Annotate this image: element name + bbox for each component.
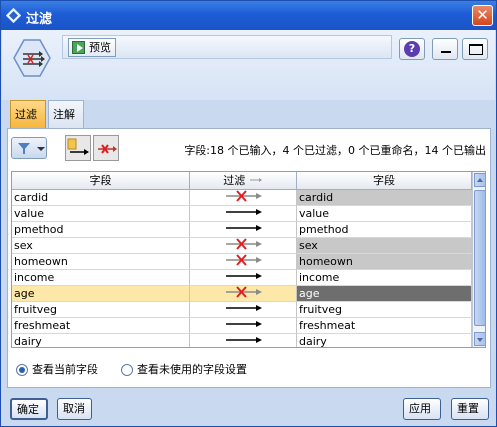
table-row[interactable]: pmethod pmethod	[12, 222, 472, 238]
preview-label: 预览	[89, 41, 111, 54]
maximize-icon	[469, 44, 483, 55]
column-header-filter[interactable]: 过滤	[190, 172, 297, 190]
fields-table: 字段 过滤 字段 cardid cardid value value pmethod pm…	[11, 171, 486, 348]
play-icon	[72, 41, 85, 54]
column-header-input-field[interactable]: 字段	[12, 172, 190, 190]
output-field-name[interactable]: value	[297, 206, 472, 222]
filter-toggle-pass[interactable]	[190, 206, 297, 222]
column-header-output-field[interactable]: 字段	[297, 172, 472, 190]
table-row[interactable]: homeown homeown	[12, 254, 472, 270]
output-field-name[interactable]: income	[297, 270, 472, 286]
input-field-name: fruitveg	[12, 302, 190, 318]
filter-toggle-pass[interactable]	[190, 270, 297, 286]
arrow-down-icon	[477, 338, 483, 342]
input-field-name: homeown	[12, 254, 190, 270]
input-field-name: cardid	[12, 190, 190, 206]
help-icon: ?	[404, 41, 420, 57]
pass-arrow-icon	[224, 208, 264, 221]
pass-arrow-icon	[224, 336, 264, 347]
minimize-icon	[441, 51, 451, 53]
input-field-name: freshmeat	[12, 318, 190, 334]
dialog-header: 预览 ?	[2, 30, 495, 100]
filter-toggle-pass[interactable]	[190, 222, 297, 238]
table-row[interactable]: cardid cardid	[12, 190, 472, 206]
filtered-arrow-icon	[224, 238, 264, 253]
title-bar[interactable]: 过滤 ✕	[1, 1, 496, 30]
reset-button[interactable]: 重置	[451, 398, 489, 420]
input-field-name: sex	[12, 238, 190, 254]
output-field-name[interactable]: age	[297, 286, 472, 302]
tab-annotation[interactable]: 注解	[48, 100, 84, 128]
output-field-name[interactable]: homeown	[297, 254, 472, 270]
vertical-scrollbar[interactable]	[472, 172, 485, 347]
output-field-name[interactable]: pmethod	[297, 222, 472, 238]
table-row[interactable]: sex sex	[12, 238, 472, 254]
preview-button[interactable]: 预览	[68, 38, 116, 57]
input-field-name: value	[12, 206, 190, 222]
output-field-name[interactable]: cardid	[297, 190, 472, 206]
output-field-name[interactable]: fruitveg	[297, 302, 472, 318]
table-row[interactable]: fruitveg fruitveg	[12, 302, 472, 318]
maximize-button[interactable]	[462, 38, 488, 60]
table-row[interactable]: income income	[12, 270, 472, 286]
table-header: 字段 过滤 字段	[12, 172, 472, 190]
table-row[interactable]: freshmeat freshmeat	[12, 318, 472, 334]
radio-selected-icon	[16, 364, 28, 376]
pass-arrow-icon	[67, 138, 89, 155]
window-title: 过滤	[26, 12, 53, 27]
app-diamond-icon	[6, 8, 21, 23]
filter-node-icon	[13, 39, 51, 77]
output-field-name[interactable]: freshmeat	[297, 318, 472, 334]
filter-arrow-icon	[98, 144, 117, 154]
chevron-down-icon	[37, 147, 45, 151]
filter-panel: 字段:18 个已输入，4 个已过滤，0 个已重命名，14 个已输出 字段 过滤 …	[7, 128, 491, 388]
filter-toggle-icon	[249, 178, 262, 182]
filter-toggle-filtered[interactable]	[190, 190, 297, 206]
input-field-name: income	[12, 270, 190, 286]
apply-button[interactable]: 应用	[403, 398, 441, 420]
filter-toggle-pass[interactable]	[190, 318, 297, 334]
help-button[interactable]: ?	[399, 38, 425, 60]
pass-arrow-icon	[224, 320, 264, 333]
table-row[interactable]: dairy dairy	[12, 334, 472, 347]
cancel-button[interactable]: 取消	[57, 398, 92, 420]
radio-unselected-icon	[121, 364, 133, 376]
table-row[interactable]: age age	[12, 286, 472, 302]
filtered-arrow-icon	[224, 190, 264, 205]
filter-toggle-filtered[interactable]	[190, 254, 297, 270]
pass-arrow-icon	[224, 304, 264, 317]
filter-dialog: 过滤 ✕ 预览 ? 过滤 注解 字段:18 个已输入，4 个已过滤，0 个已重命…	[0, 0, 497, 427]
arrow-up-icon	[477, 178, 483, 182]
pass-arrow-icon	[224, 224, 264, 237]
output-field-name[interactable]: sex	[297, 238, 472, 254]
filtered-arrow-icon	[224, 286, 264, 301]
filter-toggle-filtered[interactable]	[190, 286, 297, 302]
output-field-name[interactable]: dairy	[297, 334, 472, 347]
scroll-up-button[interactable]	[474, 173, 485, 187]
input-field-name: age	[12, 286, 190, 302]
scroll-thumb[interactable]	[474, 190, 485, 326]
field-status-summary: 字段:18 个已输入，4 个已过滤，0 个已重命名，14 个已输出	[184, 144, 486, 157]
include-fields-mode-button[interactable]	[93, 135, 119, 161]
remove-fields-mode-button[interactable]	[65, 135, 91, 161]
table-row[interactable]: value value	[12, 206, 472, 222]
minimize-button[interactable]	[432, 38, 458, 60]
filter-toggle-filtered[interactable]	[190, 238, 297, 254]
filter-toggle-pass[interactable]	[190, 334, 297, 347]
tab-filter[interactable]: 过滤	[10, 100, 46, 128]
filter-options-dropdown[interactable]	[11, 137, 47, 159]
close-button[interactable]: ✕	[472, 5, 493, 26]
ok-button[interactable]: 确定	[10, 398, 48, 420]
pass-arrow-icon	[224, 272, 264, 285]
input-field-name: pmethod	[12, 222, 190, 238]
filtered-arrow-icon	[224, 254, 264, 269]
scroll-down-button[interactable]	[474, 332, 485, 346]
header-toolbar: 预览	[62, 35, 392, 59]
input-field-name: dairy	[12, 334, 190, 347]
filter-toggle-pass[interactable]	[190, 302, 297, 318]
